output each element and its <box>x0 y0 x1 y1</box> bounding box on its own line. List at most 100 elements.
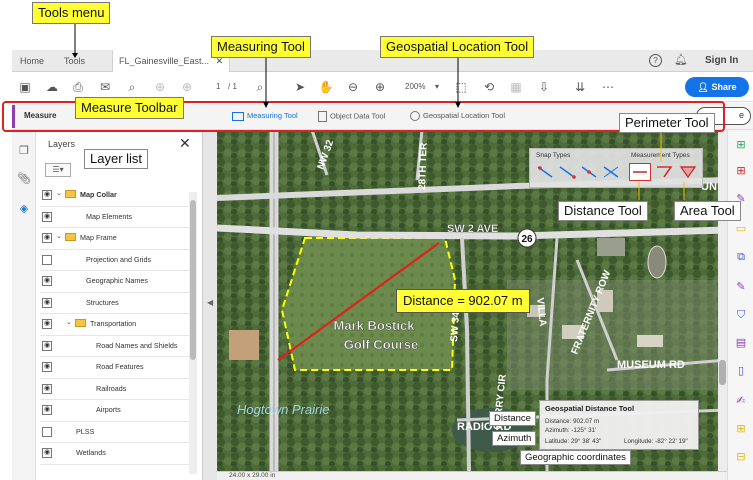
callout-measuring-tool: Measuring Tool <box>211 36 311 58</box>
page-down-icon[interactable]: ⊕ <box>179 79 195 95</box>
eye-visibility-icon[interactable]: ◉ <box>42 405 52 415</box>
snap-to-endpoint-icon[interactable] <box>559 166 576 179</box>
zoom-out-icon[interactable]: ⊖ <box>345 79 361 95</box>
help-icon[interactable]: ? <box>649 54 662 67</box>
layers-icon[interactable]: ◈ <box>17 202 31 216</box>
more-options-icon[interactable]: ⋯ <box>600 79 616 95</box>
export-icon[interactable]: ⇩ <box>536 79 552 95</box>
eye-visibility-icon[interactable]: ◉ <box>42 211 52 222</box>
visibility-checkbox[interactable] <box>42 254 52 265</box>
find-icon[interactable]: ⌕ <box>124 79 140 95</box>
zoom-dropdown-icon[interactable]: ▾ <box>429 79 445 95</box>
redact-icon[interactable]: ▯ <box>734 364 748 378</box>
perimeter-tool-button[interactable] <box>654 163 676 181</box>
combine-files-icon[interactable]: ⧉ <box>734 250 748 264</box>
tab-home[interactable]: Home <box>20 50 44 72</box>
rotate-icon[interactable]: ⟲ <box>481 79 497 95</box>
protect-icon[interactable]: ⛉ <box>734 308 748 322</box>
tab-tools[interactable]: Tools <box>64 50 85 72</box>
eye-visibility-icon[interactable]: ◉ <box>42 233 52 243</box>
snap-to-midpoint-icon[interactable] <box>581 166 597 178</box>
create-pdf-icon[interactable]: ⊞ <box>734 164 748 178</box>
distance-tool-button[interactable] <box>629 163 651 181</box>
layer-row[interactable]: ◉ ⌄ Map Collar <box>40 185 190 207</box>
eye-visibility-icon[interactable]: ◉ <box>42 383 52 394</box>
extract-icon[interactable]: ⇊ <box>572 79 588 95</box>
geo-popup-distance: Distance: 902.07 m <box>545 418 600 425</box>
select-cursor-icon[interactable]: ➤ <box>292 79 308 95</box>
expand-chevron-icon[interactable]: ⌄ <box>56 189 62 197</box>
save-icon[interactable]: ▣ <box>17 79 33 95</box>
area-tool-icon <box>679 166 697 179</box>
golf-course-name-line2: Golf Course <box>344 337 418 352</box>
layer-row[interactable]: ◉ Wetlands <box>40 443 190 465</box>
fill-sign-icon[interactable]: ✍ <box>734 394 748 408</box>
left-navigation-rail: ❐ 📎︎ ◈ <box>12 130 36 480</box>
folder-icon <box>65 190 76 198</box>
hand-tool-icon[interactable]: ✋ <box>318 79 334 95</box>
fullscreen-icon[interactable]: ▦ <box>508 79 524 95</box>
visibility-checkbox[interactable] <box>42 426 52 437</box>
layer-row[interactable]: ◉ ⌄ Transportation <box>40 314 190 336</box>
distance-tool-icon <box>633 171 647 173</box>
email-icon[interactable]: ✉ <box>97 79 113 95</box>
layer-row[interactable]: ◉ Airports <box>40 400 190 422</box>
zoom-in-icon[interactable]: ⊕ <box>372 79 388 95</box>
perimeter-tool-icon <box>657 166 673 178</box>
expand-chevron-icon[interactable]: ⌄ <box>66 318 72 326</box>
eye-visibility-icon[interactable]: ◉ <box>42 276 52 286</box>
eye-visibility-icon[interactable]: ◉ <box>42 362 52 372</box>
comment-icon[interactable]: ▭ <box>734 222 748 236</box>
layer-row[interactable]: ◉ Railroads <box>40 379 190 400</box>
layer-row[interactable]: ◉ Structures <box>40 293 190 314</box>
upload-cloud-icon[interactable]: ☁ <box>44 79 60 95</box>
notifications-bell-icon[interactable]: 🔔︎ <box>674 53 688 66</box>
layer-label: Map Collar <box>80 190 117 199</box>
geospatial-tool-button[interactable]: Geospatial Location Tool <box>410 111 505 122</box>
page-thumbnails-icon[interactable]: ❐ <box>17 144 31 158</box>
expand-chevron-icon[interactable]: ⌄ <box>56 232 62 240</box>
layer-label: Map Frame <box>80 233 117 242</box>
layer-row[interactable]: ◉ Road Names and Shields <box>40 336 190 357</box>
page-up-icon[interactable]: ⊕ <box>152 79 168 95</box>
layers-options-menu[interactable]: ☰▾ <box>45 163 71 177</box>
eye-visibility-icon[interactable]: ◉ <box>42 448 52 458</box>
eye-visibility-icon[interactable]: ◉ <box>42 190 52 200</box>
measurement-types-label: Measurement Types <box>631 152 690 159</box>
attachments-icon[interactable]: 📎︎ <box>17 172 31 186</box>
area-tool-button[interactable] <box>678 163 700 181</box>
layers-close-icon[interactable]: ✕ <box>179 135 191 152</box>
print-icon[interactable]: ⎙ <box>70 79 86 95</box>
share-button[interactable]: 👤︎ Share <box>685 77 749 97</box>
layer-row[interactable]: ◉ Map Elements <box>40 207 190 228</box>
layer-row[interactable]: ◉ Geographic Names <box>40 271 190 293</box>
apartment-complex <box>229 330 259 360</box>
map-scrollbar-thumb[interactable] <box>719 360 726 385</box>
sign-in-link[interactable]: Sign In <box>705 55 738 66</box>
organize-pages-icon[interactable]: ✎ <box>734 280 748 294</box>
eye-visibility-icon[interactable]: ◉ <box>42 297 52 308</box>
object-data-tool-button[interactable]: Object Data Tool <box>318 111 385 122</box>
snap-to-path-icon[interactable] <box>537 166 553 178</box>
eye-visibility-icon[interactable]: ◉ <box>42 319 52 329</box>
optimize-icon[interactable]: ▤ <box>734 336 748 350</box>
more-tools-icon[interactable]: ⊟ <box>734 450 748 464</box>
layer-row[interactable]: Projection and Grids <box>40 250 190 271</box>
zoom-level-select[interactable]: 200% <box>405 82 425 91</box>
fit-page-icon[interactable]: ⬚ <box>453 79 469 95</box>
sw-2-ave-label: SW 2 AVE <box>447 223 498 235</box>
layer-row[interactable]: ◉ ⌄ Map Frame <box>40 228 190 250</box>
layer-row[interactable]: ◉ Road Features <box>40 357 190 379</box>
layers-scrollbar-thumb[interactable] <box>190 200 196 360</box>
collapse-panel-icon[interactable]: ◀ <box>207 298 213 307</box>
eye-visibility-icon[interactable]: ◉ <box>42 340 52 351</box>
page-search-icon[interactable]: ⌕ <box>252 79 268 95</box>
snap-to-intersection-icon[interactable] <box>603 166 619 178</box>
layer-row[interactable]: PLSS <box>40 422 190 443</box>
panel-splitter[interactable]: ◀ <box>203 130 217 480</box>
measuring-tool-button[interactable]: Measuring Tool <box>232 111 298 121</box>
page-number-current[interactable]: 1 <box>216 82 220 91</box>
send-for-review-icon[interactable]: ⊞ <box>734 422 748 436</box>
map-scrollbar-track[interactable] <box>718 130 727 472</box>
export-pdf-icon[interactable]: ⊞ <box>734 138 748 152</box>
